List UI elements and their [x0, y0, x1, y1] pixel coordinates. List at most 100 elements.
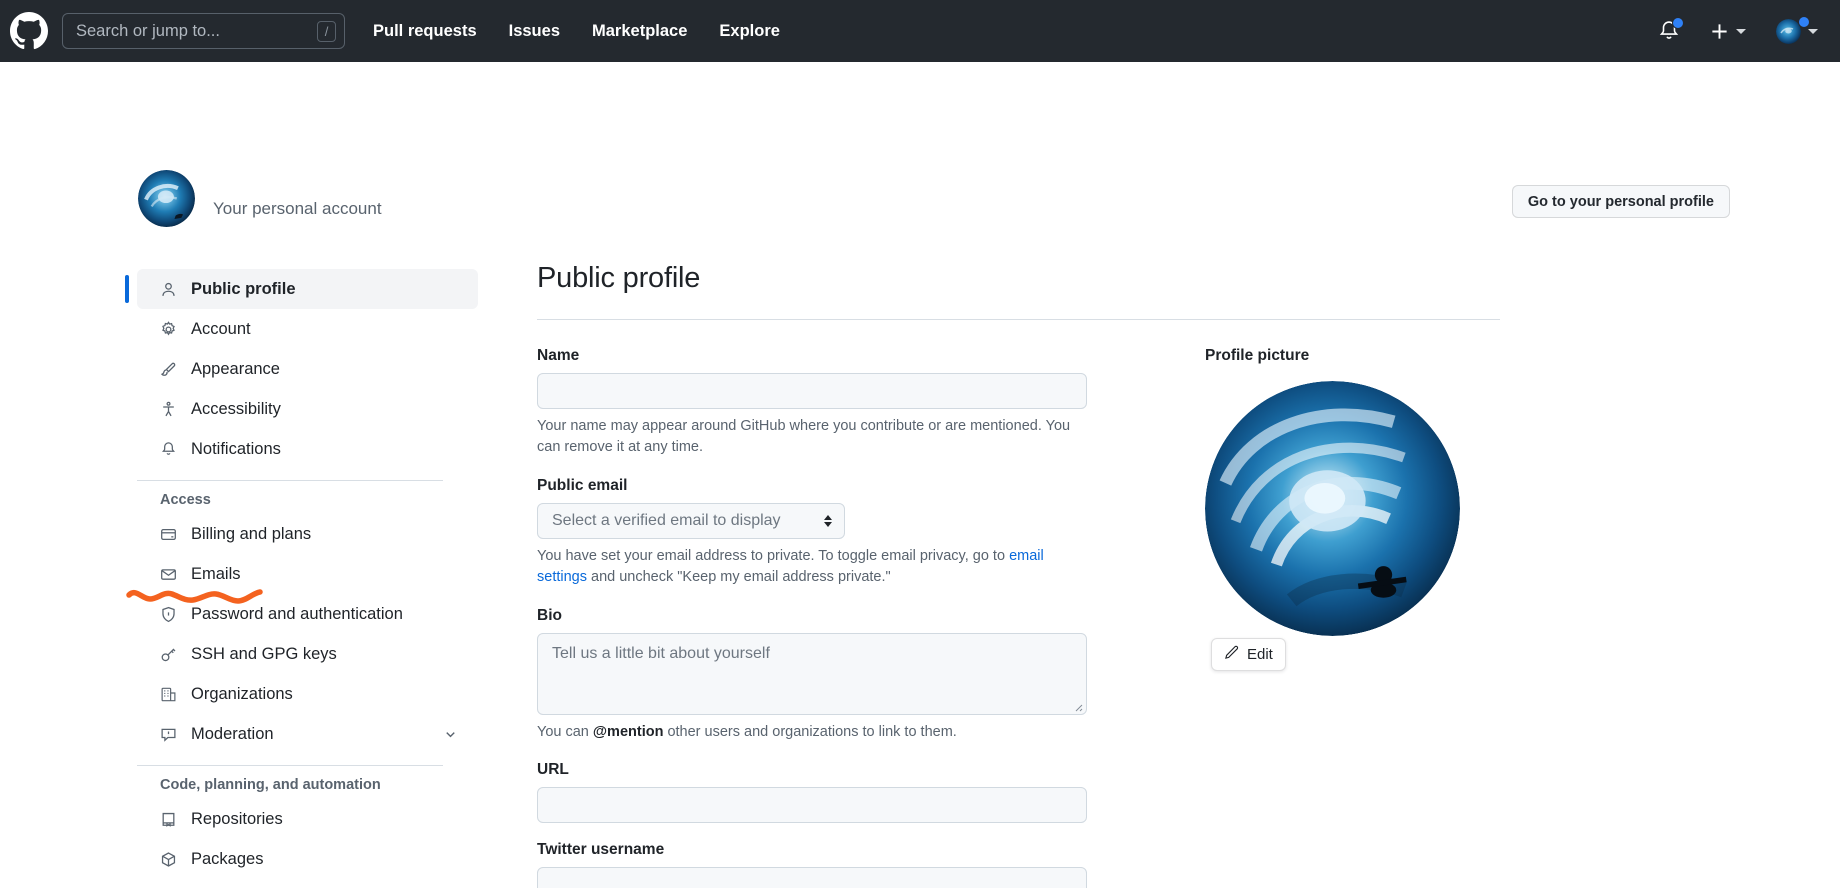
sidebar-item-organizations[interactable]: Organizations	[137, 674, 478, 714]
settings-sidebar: Public profile Account Appearance	[137, 269, 478, 888]
sidebar-item-public-profile[interactable]: Public profile	[137, 269, 478, 309]
bio-help-before: You can	[537, 724, 593, 740]
search-placeholder: Search or jump to...	[76, 23, 317, 40]
name-label: Name	[537, 347, 1087, 365]
twitter-input[interactable]	[537, 867, 1087, 888]
sidebar-item-accessibility[interactable]: Accessibility	[137, 389, 478, 429]
sidebar-item-label: Billing and plans	[191, 525, 311, 544]
bio-placeholder: Tell us a little bit about yourself	[552, 645, 770, 662]
sidebar-item-label: Password and authentication	[191, 605, 403, 624]
key-icon	[160, 646, 177, 663]
user-account-menu[interactable]	[1776, 19, 1818, 44]
accessibility-icon	[160, 401, 177, 418]
nav-link-marketplace[interactable]: Marketplace	[592, 22, 687, 41]
bio-help-text: You can @mention other users and organiz…	[537, 722, 1087, 743]
notification-indicator-dot	[1672, 17, 1684, 29]
sidebar-item-ssh-and-gpg-keys[interactable]: SSH and GPG keys	[137, 634, 478, 674]
repo-icon	[160, 811, 177, 828]
primary-nav: Pull requests Issues Marketplace Explore	[373, 22, 780, 41]
sidebar-item-label: Notifications	[191, 440, 281, 459]
public-email-help-text: You have set your email address to priva…	[537, 546, 1087, 589]
pencil-icon	[1224, 645, 1239, 664]
paintbrush-icon	[160, 361, 177, 378]
sidebar-item-moderation[interactable]: Moderation	[137, 714, 478, 754]
account-avatar[interactable]	[138, 170, 195, 227]
sidebar-item-label: Appearance	[191, 360, 280, 379]
edit-profile-picture-button[interactable]: Edit	[1211, 638, 1286, 671]
sidebar-divider	[137, 480, 443, 481]
settings-page: Your personal account Go to your persona…	[0, 62, 1840, 888]
bio-textarea[interactable]: Tell us a little bit about yourself	[537, 633, 1087, 715]
sidebar-item-label: Moderation	[191, 725, 274, 744]
profile-picture-image[interactable]	[1205, 381, 1460, 636]
profile-form: Name Your name may appear around GitHub …	[537, 347, 1087, 888]
nav-link-explore[interactable]: Explore	[719, 22, 780, 41]
twitter-label: Twitter username	[537, 841, 1087, 859]
main-content: Public profile Name Your name may appear…	[537, 262, 1500, 888]
github-mark-icon[interactable]	[10, 12, 48, 50]
package-icon	[160, 851, 177, 868]
url-input[interactable]	[537, 787, 1087, 823]
sidebar-item-label: Accessibility	[191, 400, 281, 419]
sidebar-item-pages[interactable]: Pages	[137, 879, 478, 888]
nav-link-pull-requests[interactable]: Pull requests	[373, 22, 477, 41]
public-email-field-group: Public email Select a verified email to …	[537, 477, 1087, 589]
sidebar-divider	[137, 765, 443, 766]
sidebar-item-label: Emails	[191, 565, 241, 584]
sidebar-item-label: Repositories	[191, 810, 283, 829]
bio-help-after: other users and organizations to link to…	[663, 724, 956, 740]
bell-icon	[160, 441, 177, 458]
sidebar-item-label: SSH and GPG keys	[191, 645, 337, 664]
sidebar-item-repositories[interactable]: Repositories	[137, 799, 478, 839]
account-indicator-dot	[1798, 16, 1810, 28]
sidebar-item-account[interactable]: Account	[137, 309, 478, 349]
url-label: URL	[537, 761, 1087, 779]
person-icon	[160, 281, 177, 298]
sidebar-item-emails[interactable]: Emails	[137, 554, 478, 594]
credit-card-icon	[160, 526, 177, 543]
sidebar-group-title-access: Access	[137, 492, 478, 508]
mail-icon	[160, 566, 177, 583]
sidebar-item-packages[interactable]: Packages	[137, 839, 478, 879]
go-to-personal-profile-button[interactable]: Go to your personal profile	[1512, 185, 1730, 218]
sidebar-item-password-and-authentication[interactable]: Password and authentication	[137, 594, 478, 634]
create-new-button[interactable]	[1710, 22, 1746, 41]
name-field-group: Name Your name may appear around GitHub …	[537, 347, 1087, 459]
report-icon	[160, 726, 177, 743]
name-help-text: Your name may appear around GitHub where…	[537, 416, 1087, 459]
sidebar-item-label: Account	[191, 320, 251, 339]
email-help-before: You have set your email address to priva…	[537, 548, 1009, 564]
account-username	[213, 178, 382, 195]
resize-handle-icon[interactable]	[1071, 699, 1083, 711]
organization-icon	[160, 686, 177, 703]
chevron-down-icon	[1736, 29, 1746, 34]
page-title: Public profile	[537, 262, 1500, 295]
sidebar-item-label: Public profile	[191, 280, 296, 299]
profile-picture-panel: Profile picture	[1205, 347, 1475, 888]
profile-picture-label: Profile picture	[1205, 347, 1309, 364]
account-header: Your personal account	[138, 170, 382, 227]
bio-label: Bio	[537, 607, 1087, 625]
sidebar-item-appearance[interactable]: Appearance	[137, 349, 478, 389]
header-actions	[1658, 19, 1818, 44]
gear-icon	[160, 321, 177, 338]
twitter-field-group: Twitter username	[537, 841, 1087, 888]
sidebar-item-label: Packages	[191, 850, 263, 869]
public-email-select[interactable]: Select a verified email to display	[537, 503, 845, 539]
sidebar-item-billing-and-plans[interactable]: Billing and plans	[137, 514, 478, 554]
search-shortcut-key: /	[317, 21, 336, 42]
search-input[interactable]: Search or jump to... /	[62, 13, 345, 49]
name-input[interactable]	[537, 373, 1087, 409]
sidebar-item-label: Organizations	[191, 685, 293, 704]
notifications-button[interactable]	[1658, 20, 1680, 42]
url-field-group: URL	[537, 761, 1087, 823]
public-email-selected-value: Select a verified email to display	[552, 512, 818, 530]
sidebar-item-notifications[interactable]: Notifications	[137, 429, 478, 469]
nav-link-issues[interactable]: Issues	[509, 22, 560, 41]
chevron-down-icon[interactable]	[443, 727, 458, 742]
public-email-label: Public email	[537, 477, 1087, 495]
edit-button-label: Edit	[1247, 646, 1273, 663]
account-subtitle: Your personal account	[213, 199, 382, 219]
select-arrows-icon	[824, 515, 832, 527]
shield-lock-icon	[160, 606, 177, 623]
